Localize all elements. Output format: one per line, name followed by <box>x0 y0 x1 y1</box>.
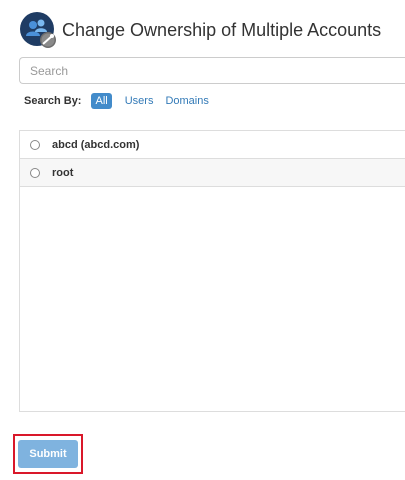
submit-button[interactable]: Submit <box>18 440 78 468</box>
radio-button[interactable] <box>30 167 40 178</box>
list-item[interactable]: abcd (abcd.com) <box>20 131 405 159</box>
users-key-icon <box>19 11 57 49</box>
filter-all[interactable]: All <box>91 93 112 109</box>
page: Change Ownership of Multiple Accounts Se… <box>0 0 405 480</box>
list-item[interactable]: root <box>20 159 405 187</box>
filter-domains[interactable]: Domains <box>165 95 208 107</box>
page-title: Change Ownership of Multiple Accounts <box>62 20 382 40</box>
search-box <box>19 57 405 84</box>
account-label: abcd (abcd.com) <box>52 138 140 151</box>
search-input[interactable] <box>20 58 405 83</box>
account-list: abcd (abcd.com) root <box>19 130 405 412</box>
page-header: Change Ownership of Multiple Accounts <box>19 10 381 50</box>
account-label: root <box>52 166 74 179</box>
filter-users[interactable]: Users <box>125 95 154 107</box>
search-by-filters: Search By: All Users Domains <box>24 92 221 110</box>
radio-button[interactable] <box>30 139 40 150</box>
search-by-label: Search By: <box>24 95 82 107</box>
